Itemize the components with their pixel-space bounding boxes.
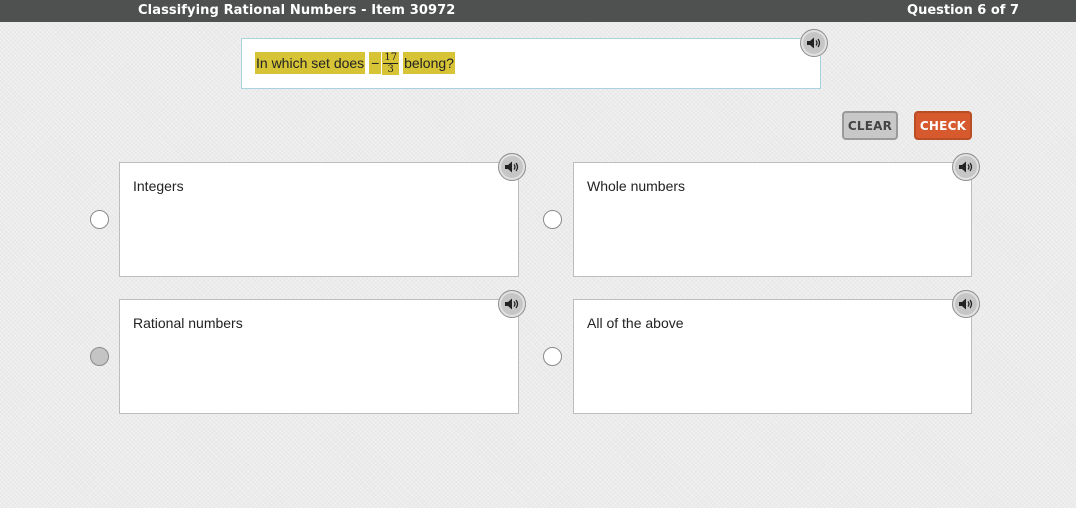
- negative-sign: −: [369, 52, 382, 74]
- question-audio-button[interactable]: [800, 29, 828, 57]
- option-all-of-the-above[interactable]: All of the above: [573, 299, 972, 414]
- option-integers-audio-button[interactable]: [498, 153, 526, 181]
- option-whole-numbers-audio-button[interactable]: [952, 153, 980, 181]
- question-prefix: In which set does: [255, 52, 366, 74]
- option-rational-numbers-audio-button[interactable]: [498, 290, 526, 318]
- fraction: 17 3: [382, 51, 400, 75]
- radio-all-of-the-above[interactable]: [543, 347, 562, 366]
- page-title: Classifying Rational Numbers - Item 3097…: [138, 3, 456, 18]
- clear-button[interactable]: CLEAR: [842, 111, 898, 140]
- question-text: In which set does − 17 3 belong?: [255, 51, 455, 75]
- speaker-icon: [505, 161, 519, 173]
- option-label: All of the above: [587, 315, 684, 331]
- radio-rational-numbers[interactable]: [90, 347, 109, 366]
- fraction-denominator: 3: [387, 63, 394, 75]
- speaker-icon: [959, 161, 973, 173]
- option-label: Whole numbers: [587, 178, 686, 194]
- option-all-of-the-above-audio-button[interactable]: [952, 290, 980, 318]
- option-whole-numbers[interactable]: Whole numbers: [573, 162, 972, 277]
- speaker-icon: [505, 298, 519, 310]
- question-prompt: In which set does − 17 3 belong?: [241, 38, 821, 89]
- radio-integers[interactable]: [90, 210, 109, 229]
- speaker-icon: [807, 37, 821, 49]
- fraction-numerator: 17: [383, 51, 399, 64]
- speaker-icon: [959, 298, 973, 310]
- option-label: Integers: [133, 178, 184, 194]
- radio-whole-numbers[interactable]: [543, 210, 562, 229]
- question-suffix: belong?: [403, 52, 455, 74]
- check-button[interactable]: CHECK: [914, 111, 972, 140]
- option-integers[interactable]: Integers: [119, 162, 519, 277]
- option-rational-numbers[interactable]: Rational numbers: [119, 299, 519, 414]
- header-bar: Classifying Rational Numbers - Item 3097…: [0, 0, 1076, 22]
- option-label: Rational numbers: [133, 315, 243, 331]
- question-progress: Question 6 of 7: [907, 3, 1019, 18]
